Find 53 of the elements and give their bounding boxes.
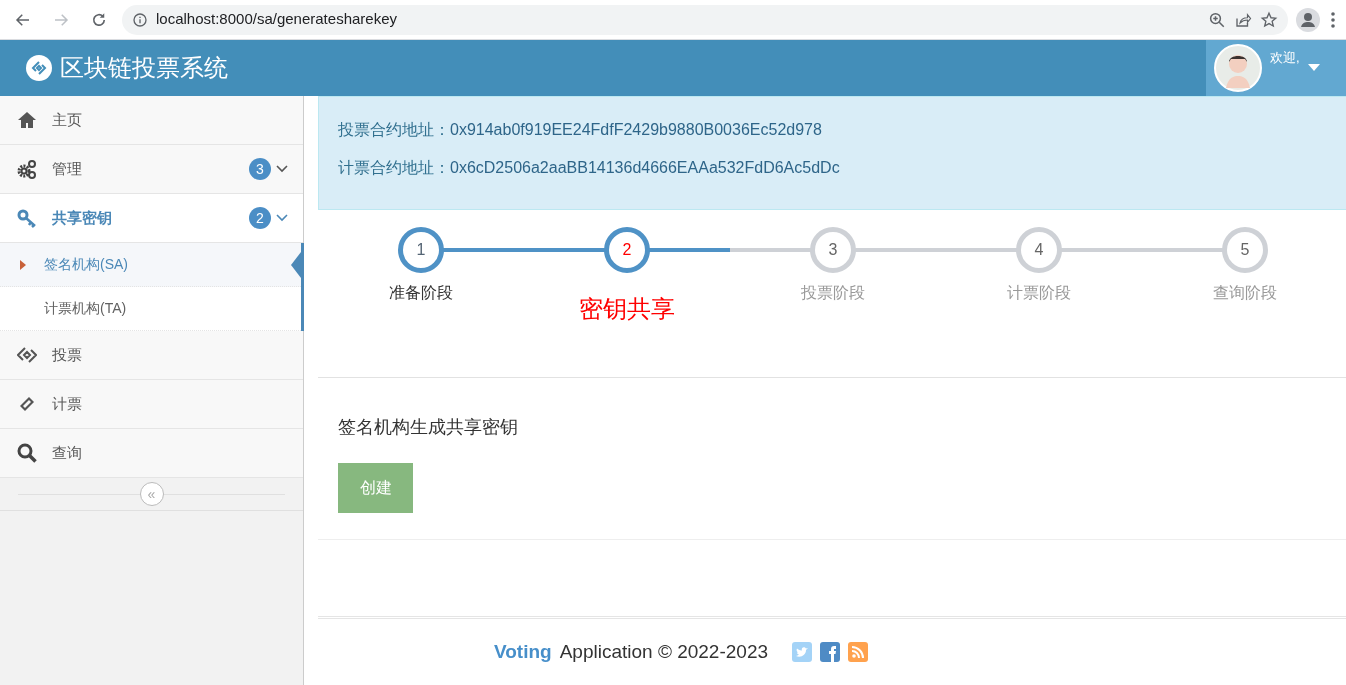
address-label: 计票合约地址： bbox=[338, 158, 450, 178]
menu-label: 投票 bbox=[52, 344, 83, 365]
step-label: 准备阶段 bbox=[389, 283, 453, 303]
sidebar-item[interactable]: 查询 bbox=[0, 429, 303, 478]
caret-icon bbox=[1307, 64, 1320, 72]
sidebar-item[interactable]: 主页 bbox=[0, 96, 303, 145]
step-label: 密钥共享 bbox=[579, 294, 675, 324]
step-circle: 2 bbox=[604, 227, 650, 273]
step-label: 查询阶段 bbox=[1213, 283, 1277, 303]
sidebar-item[interactable]: 投票 bbox=[0, 331, 303, 380]
search-icon bbox=[17, 443, 37, 463]
step-circle: 5 bbox=[1222, 227, 1268, 273]
key-icon bbox=[17, 208, 37, 228]
star-icon[interactable] bbox=[1260, 10, 1278, 29]
triangle-icon bbox=[20, 260, 26, 270]
count-badge: 2 bbox=[249, 207, 271, 229]
greeting-text: 欢迎, bbox=[1270, 49, 1300, 67]
address-bar[interactable]: localhost:8000/sa/generatesharekey bbox=[122, 4, 1288, 35]
sidebar-item[interactable]: 计票 bbox=[0, 380, 303, 429]
address-value: 0x6cD2506a2aaBB14136d4666EAAa532FdD6Ac5dDc bbox=[450, 158, 840, 178]
logo-icon bbox=[26, 55, 52, 81]
submenu-item[interactable]: 签名机构(SA) bbox=[0, 243, 301, 287]
home-icon bbox=[17, 110, 37, 130]
step-circle: 3 bbox=[810, 227, 856, 273]
footer-brand: Voting bbox=[493, 639, 552, 664]
menu-label: 查询 bbox=[52, 442, 83, 463]
step-label: 投票阶段 bbox=[801, 283, 865, 303]
menu-label: 管理 bbox=[52, 158, 83, 179]
footer-text: Application © 2022-2023 bbox=[559, 639, 769, 664]
step-circle: 4 bbox=[1016, 227, 1062, 273]
zoom-icon[interactable] bbox=[1208, 10, 1226, 29]
task-text: 签名机构生成共享密钥 bbox=[338, 416, 519, 439]
step-circle: 1 bbox=[398, 227, 444, 273]
avatar-icon bbox=[1214, 44, 1262, 92]
pointer-icon bbox=[291, 252, 301, 278]
url-text: localhost:8000/sa/generatesharekey bbox=[156, 9, 397, 30]
diamond-link-icon bbox=[17, 345, 37, 365]
submenu-item[interactable]: 计票机构(TA) bbox=[0, 287, 301, 331]
facebook-icon[interactable] bbox=[820, 642, 841, 662]
sidebar-item[interactable]: 管理 3 bbox=[0, 145, 303, 194]
app-title: 区块链投票系统 bbox=[60, 53, 228, 83]
account-icon[interactable] bbox=[1296, 7, 1320, 32]
count-badge: 3 bbox=[249, 158, 271, 180]
menu-label: 主页 bbox=[52, 109, 83, 130]
info-icon bbox=[132, 11, 148, 28]
more-icon[interactable] bbox=[1328, 9, 1338, 30]
gears-icon bbox=[17, 159, 37, 179]
step-label: 计票阶段 bbox=[1007, 283, 1071, 303]
menu-label: 计票 bbox=[52, 393, 83, 414]
address-label: 投票合约地址： bbox=[338, 120, 450, 140]
address-value: 0x914ab0f919EE24FdfF2429b9880B0036Ec52d978 bbox=[450, 120, 822, 140]
menu-label: 共享密钥 bbox=[52, 207, 113, 228]
sidebar-item[interactable]: 共享密钥 2 bbox=[0, 194, 303, 243]
